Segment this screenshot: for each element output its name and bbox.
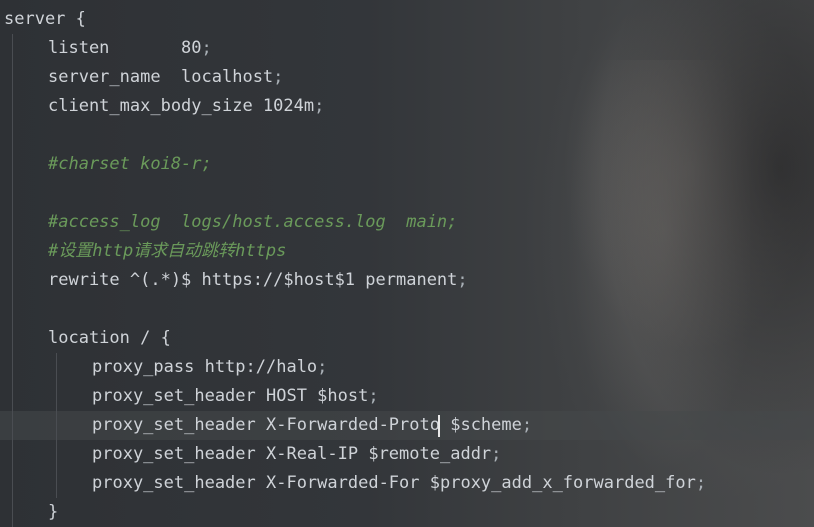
code-line[interactable] (0, 121, 814, 150)
code-token: proxy_set_header X-Real-IP $remote_addr (92, 444, 492, 464)
code-line[interactable]: proxy_set_header X-Forwarded-Proto $sche… (0, 411, 814, 440)
indent-guide (56, 469, 57, 498)
code-line-content: client_max_body_size 1024m; (48, 92, 324, 121)
indent-guide (12, 498, 13, 527)
indent-guide (12, 353, 13, 382)
code-token: ; (314, 96, 325, 116)
code-token: ; (695, 473, 707, 493)
code-line-content: location / { (48, 324, 171, 353)
code-line[interactable] (0, 295, 814, 324)
code-token: listen 80 (48, 38, 202, 58)
code-line-content: rewrite ^(.*)$ https://$host$1 permanent… (48, 266, 468, 295)
code-token: location / { (48, 328, 171, 348)
code-line-content: proxy_set_header HOST $host; (92, 382, 379, 411)
code-line[interactable]: proxy_set_header HOST $host; (0, 382, 814, 411)
code-editor[interactable]: server {listen 80; server_name localhost;… (0, 0, 814, 527)
code-line-content: proxy_set_header X-Forwarded-Proto $sche… (92, 411, 532, 440)
code-line[interactable]: listen 80; (0, 34, 814, 63)
code-comment: #设置http请求自动跳转https (48, 241, 287, 261)
code-line-content: #设置http请求自动跳转https (48, 237, 286, 266)
code-line[interactable]: proxy_set_header X-Real-IP $remote_addr; (0, 440, 814, 469)
code-line-content: #access_log logs/host.access.log main; (48, 208, 457, 237)
indent-guide (12, 324, 13, 353)
code-token: proxy_pass http://halo (92, 357, 318, 377)
indent-guide (12, 121, 13, 150)
indent-guide (12, 179, 13, 208)
indent-guide (12, 440, 13, 469)
indent-guide (12, 34, 13, 63)
code-line-content: #charset koi8-r; (48, 150, 212, 179)
code-token: server { (4, 9, 86, 29)
code-line-content: server { (4, 5, 86, 34)
code-token: proxy_set_header X-Forwarded-Proto $sche… (92, 415, 522, 435)
code-line-content: listen 80; (48, 34, 212, 63)
code-token: server_name localhost (48, 67, 274, 87)
code-area[interactable]: server {listen 80; server_name localhost;… (0, 5, 814, 527)
code-token: ; (317, 357, 328, 377)
code-line[interactable]: #设置http请求自动跳转https (0, 237, 814, 266)
indent-guide (56, 411, 57, 440)
indent-guide (12, 92, 13, 121)
code-token: proxy_set_header X-Forwarded-For $proxy_… (92, 473, 696, 493)
code-line[interactable]: #access_log logs/host.access.log main; (0, 208, 814, 237)
code-comment: #access_log logs/host.access.log main; (48, 212, 458, 232)
code-line-content: proxy_set_header X-Forwarded-For $proxy_… (92, 469, 706, 498)
code-line[interactable]: rewrite ^(.*)$ https://$host$1 permanent… (0, 266, 814, 295)
indent-guide (12, 208, 13, 237)
code-line-content: } (48, 498, 58, 527)
code-token: client_max_body_size 1024m (48, 96, 315, 116)
code-line[interactable]: server { (0, 5, 814, 34)
code-line[interactable]: proxy_pass http://halo; (0, 353, 814, 382)
code-token: proxy_set_header HOST $host (92, 386, 369, 406)
indent-guide (12, 237, 13, 266)
indent-guide (56, 353, 57, 382)
indent-guide (56, 382, 57, 411)
code-line[interactable]: client_max_body_size 1024m; (0, 92, 814, 121)
code-line[interactable]: } (0, 498, 814, 527)
code-line[interactable]: server_name localhost; (0, 63, 814, 92)
code-token: ; (521, 415, 533, 435)
code-token: ; (368, 386, 379, 406)
code-line[interactable]: location / { (0, 324, 814, 353)
code-line-content: server_name localhost; (48, 63, 283, 92)
text-cursor (437, 415, 440, 437)
indent-guide (12, 150, 13, 179)
indent-guide (12, 411, 13, 440)
code-line[interactable] (0, 179, 814, 208)
indent-guide (12, 63, 13, 92)
indent-guide (56, 440, 57, 469)
code-token: ; (491, 444, 502, 464)
indent-guide (12, 266, 13, 295)
code-token: ; (201, 38, 212, 58)
code-token: rewrite ^(.*)$ https://$host$1 permanent (48, 270, 458, 290)
code-token: ; (273, 67, 284, 87)
code-line[interactable]: proxy_set_header X-Forwarded-For $proxy_… (0, 469, 814, 498)
code-token: } (48, 502, 59, 522)
code-token: ; (457, 270, 468, 290)
indent-guide (12, 382, 13, 411)
code-line-content: proxy_pass http://halo; (92, 353, 327, 382)
code-line-content: proxy_set_header X-Real-IP $remote_addr; (92, 440, 501, 469)
indent-guide (12, 295, 13, 324)
indent-guide (12, 469, 13, 498)
code-comment: #charset koi8-r; (48, 154, 212, 174)
code-line[interactable]: #charset koi8-r; (0, 150, 814, 179)
